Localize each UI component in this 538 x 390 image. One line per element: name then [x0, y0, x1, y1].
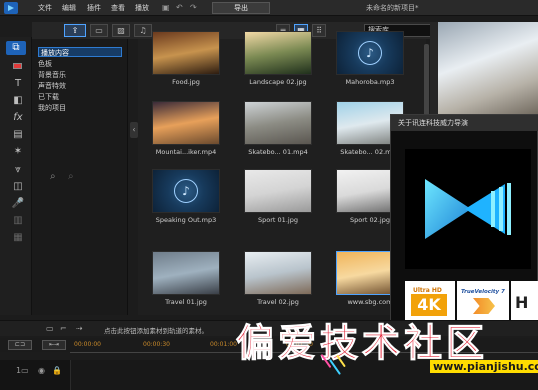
media-thumbnail[interactable] [152, 251, 220, 295]
about-dialog-title: 关于讯连科技威力导演 [391, 115, 538, 131]
zoom-fit-button[interactable]: ⇤⇥ [42, 340, 66, 350]
category-panel: 播放内容 色板 背景音乐 声音特效 已下载 我的项目 ⌕ ⌕ [32, 39, 128, 315]
timecode-0: 00:00:00 [74, 341, 101, 348]
media-thumbnail[interactable] [152, 31, 220, 75]
media-room-icon[interactable]: ⧉ [6, 41, 26, 55]
media-thumbnail[interactable] [244, 101, 312, 145]
category-item-playlist[interactable]: 播放内容 [38, 47, 122, 57]
about-dialog: 关于讯连科技威力导演 Ultra HD 4K TrueVelocity 7 H [390, 114, 538, 327]
particle-room-icon[interactable]: ✶ [8, 145, 28, 159]
save-icon[interactable]: ▣ [162, 3, 170, 12]
powerdirector-logo [405, 149, 531, 269]
partial-badge-letter: H [515, 293, 529, 312]
record-icon[interactable] [13, 63, 22, 69]
track-number-icon: 1▭ [16, 366, 29, 375]
filter-video-button[interactable]: ▭ [90, 24, 108, 37]
fit-timeline-icon[interactable]: ▭ [46, 324, 54, 333]
menu-plugins[interactable]: 插件 [87, 3, 101, 13]
menu-edit[interactable]: 编辑 [62, 3, 76, 13]
voiceover-room-icon[interactable]: 🎤 [8, 197, 28, 211]
ultra-hd-label: Ultra HD [413, 287, 442, 294]
media-caption: Mountai...iker.mp4 [155, 148, 217, 156]
filter-audio-button[interactable]: ♫ [134, 24, 152, 37]
transition-room-icon[interactable]: ◧ [8, 94, 28, 108]
category-item-sound-fx[interactable]: 声音特效 [38, 81, 66, 91]
media-thumbnail[interactable] [244, 251, 312, 295]
filter-image-button[interactable]: ▨ [112, 24, 130, 37]
media-caption: Mahoroba.mp3 [345, 78, 395, 86]
media-thumbnail[interactable] [244, 31, 312, 75]
mask-room-icon[interactable]: ⩔ [8, 163, 28, 177]
chapter-room-icon[interactable]: ▥ [8, 214, 28, 228]
menu-playback[interactable]: 播放 [135, 3, 149, 13]
media-thumbnail[interactable] [244, 169, 312, 213]
thumbnail-view-button[interactable]: ⠿ [312, 24, 326, 37]
media-caption: Sport 01.jpg [258, 216, 298, 224]
music-note-icon: ♪ [358, 41, 382, 65]
project-title: 未命名的新项目* [366, 4, 419, 12]
category-item-my-projects[interactable]: 我的项目 [38, 103, 66, 113]
media-caption: Skatebo... 01.mp4 [248, 148, 308, 156]
category-item-color-board[interactable]: 色板 [38, 59, 52, 69]
more-tools-icon[interactable]: ⇢ [76, 324, 83, 333]
category-item-downloaded[interactable]: 已下载 [38, 92, 59, 102]
media-caption: Speaking Out.mp3 [155, 216, 217, 224]
room-toolbar: ⧉ T ◧ fx ▤ ✶ ⩔ ◫ 🎤 ▥ ▦ [0, 37, 32, 315]
effect-room-icon[interactable]: fx [8, 111, 28, 125]
export-button[interactable]: 导出 [212, 2, 270, 14]
preview-frame [438, 22, 538, 118]
media-thumbnail[interactable]: ♪ [152, 169, 220, 213]
watermark-url: www.pianjishu.com [430, 360, 538, 373]
remove-tag-icon[interactable]: ⌕ [68, 171, 74, 182]
media-thumbnail[interactable] [152, 101, 220, 145]
category-item-bgm[interactable]: 背景音乐 [38, 70, 66, 80]
collapse-panel-button[interactable]: ‹ [130, 122, 138, 138]
timecode-2: 00:01:00 [210, 341, 237, 348]
title-room-icon[interactable]: T [8, 77, 28, 91]
media-caption: Food.jpg [172, 78, 200, 86]
track-visibility-icon[interactable]: ◉ [38, 366, 45, 375]
timeline-hint-text: 点击此按钮添加素材到轨道的素材。 [104, 327, 208, 335]
music-note-icon: ♪ [174, 179, 198, 203]
subtitle-room-icon[interactable]: ◫ [8, 180, 28, 194]
redo-icon[interactable]: ↷ [190, 3, 197, 12]
storyboard-toggle-button[interactable]: ⊏⊐ [8, 340, 32, 350]
add-tag-icon[interactable]: ⌕ [50, 171, 56, 182]
title-bar: 文件 编辑 插件 查看 播放 ▣ ↶ ↷ 导出 未命名的新项目* [0, 0, 538, 16]
timecode-1: 00:00:30 [143, 341, 170, 348]
menu-file[interactable]: 文件 [38, 3, 52, 13]
track-lock-icon[interactable]: 🔒 [52, 366, 62, 375]
app-logo-icon [4, 2, 18, 14]
media-library-grid: Food.jpg Landscape 02.jpg ♪ Mahoroba.mp3 Mou… [138, 31, 426, 315]
pip-room-icon[interactable]: ▤ [8, 128, 28, 142]
media-caption: Landscape 02.jpg [249, 78, 307, 86]
true-velocity-label: TrueVelocity 7 [461, 289, 505, 295]
import-media-button[interactable]: ⇪ [64, 24, 86, 37]
undo-icon[interactable]: ↶ [176, 3, 183, 12]
media-caption: Travel 02.jpg [257, 298, 299, 306]
watermark-text: 偏爱技术社区 [235, 320, 489, 366]
library-scrollbar[interactable] [424, 44, 429, 120]
audio-mixing-room-icon[interactable]: ▦ [8, 231, 28, 245]
powerdirector-logo-icon [425, 179, 511, 239]
media-caption: Travel 01.jpg [165, 298, 207, 306]
split-icon[interactable]: ⌐ [60, 324, 67, 333]
menu-view[interactable]: 查看 [111, 3, 125, 13]
media-thumbnail[interactable]: ♪ [336, 31, 404, 75]
